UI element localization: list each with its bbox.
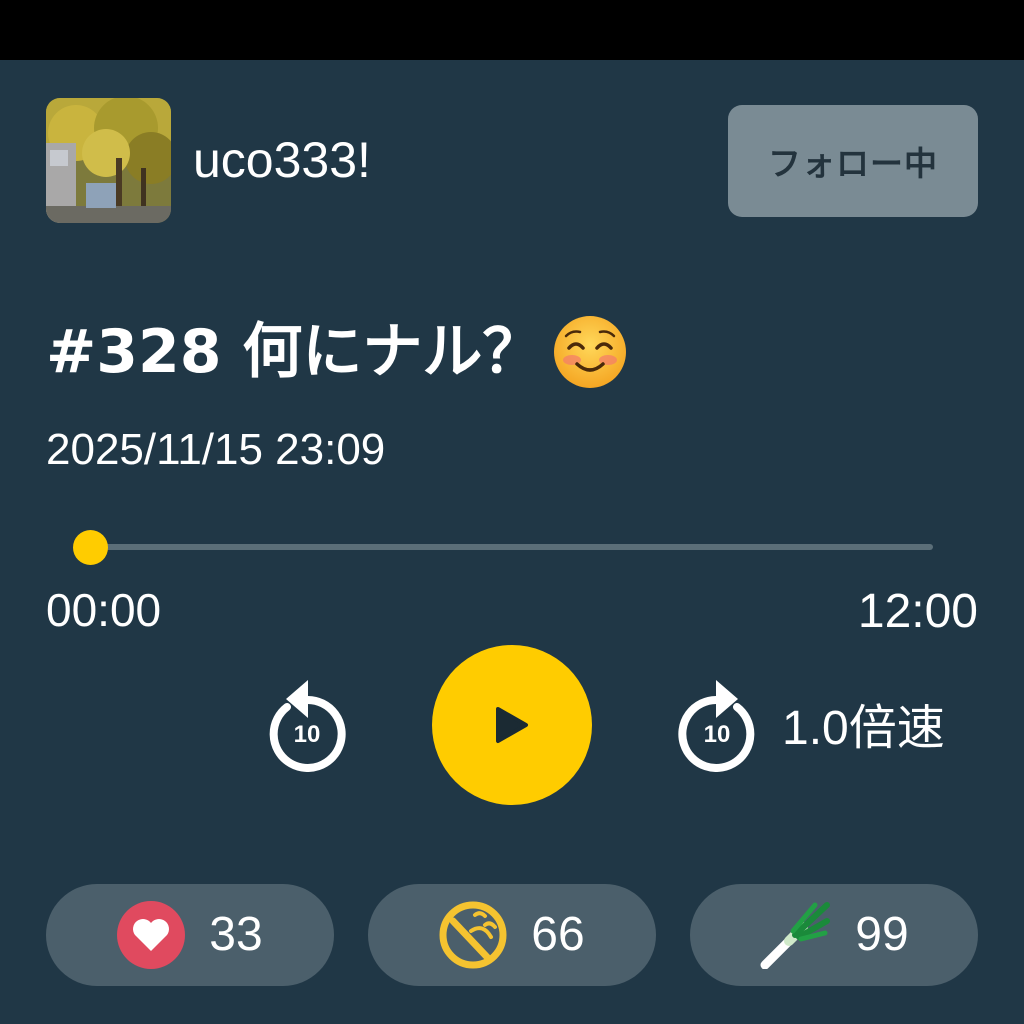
reaction-onion-button[interactable]: 99	[690, 884, 978, 986]
reaction-heart-button[interactable]: 33	[46, 884, 334, 986]
follow-button[interactable]: フォロー中	[728, 105, 978, 217]
progress-thumb[interactable]	[73, 530, 108, 565]
heart-icon	[117, 901, 186, 969]
onion-count: 99	[855, 908, 909, 961]
episode-title-row: #328 何にナル？	[46, 312, 628, 392]
status-bar	[0, 0, 1024, 60]
laugh-count: 66	[531, 908, 585, 961]
play-button[interactable]	[432, 645, 592, 805]
skip-forward-seconds: 10	[704, 721, 731, 748]
skip-back-seconds: 10	[294, 721, 321, 748]
current-time: 00:00	[46, 584, 162, 636]
episode-title: #328 何にナル？	[46, 317, 543, 387]
smiling-face-emoji-icon	[552, 314, 628, 390]
play-icon	[496, 707, 528, 743]
user-avatar[interactable]	[46, 98, 171, 223]
playback-speed[interactable]: 1.0倍速	[782, 700, 945, 758]
reaction-laugh-button[interactable]: 66	[368, 884, 656, 986]
skip-forward-button[interactable]: 10	[672, 672, 762, 772]
episode-date: 2025/11/15 23:09	[46, 425, 386, 474]
laughing-face-icon	[439, 901, 507, 969]
skip-back-button[interactable]: 10	[262, 672, 352, 772]
progress-track[interactable]	[90, 544, 933, 550]
green-onion-icon	[760, 902, 831, 969]
rewind-10-icon: 10	[269, 680, 346, 772]
heart-count: 33	[209, 908, 263, 961]
forward-10-icon: 10	[678, 680, 755, 772]
username[interactable]: uco333!	[193, 128, 371, 192]
total-time: 12:00	[857, 585, 978, 638]
